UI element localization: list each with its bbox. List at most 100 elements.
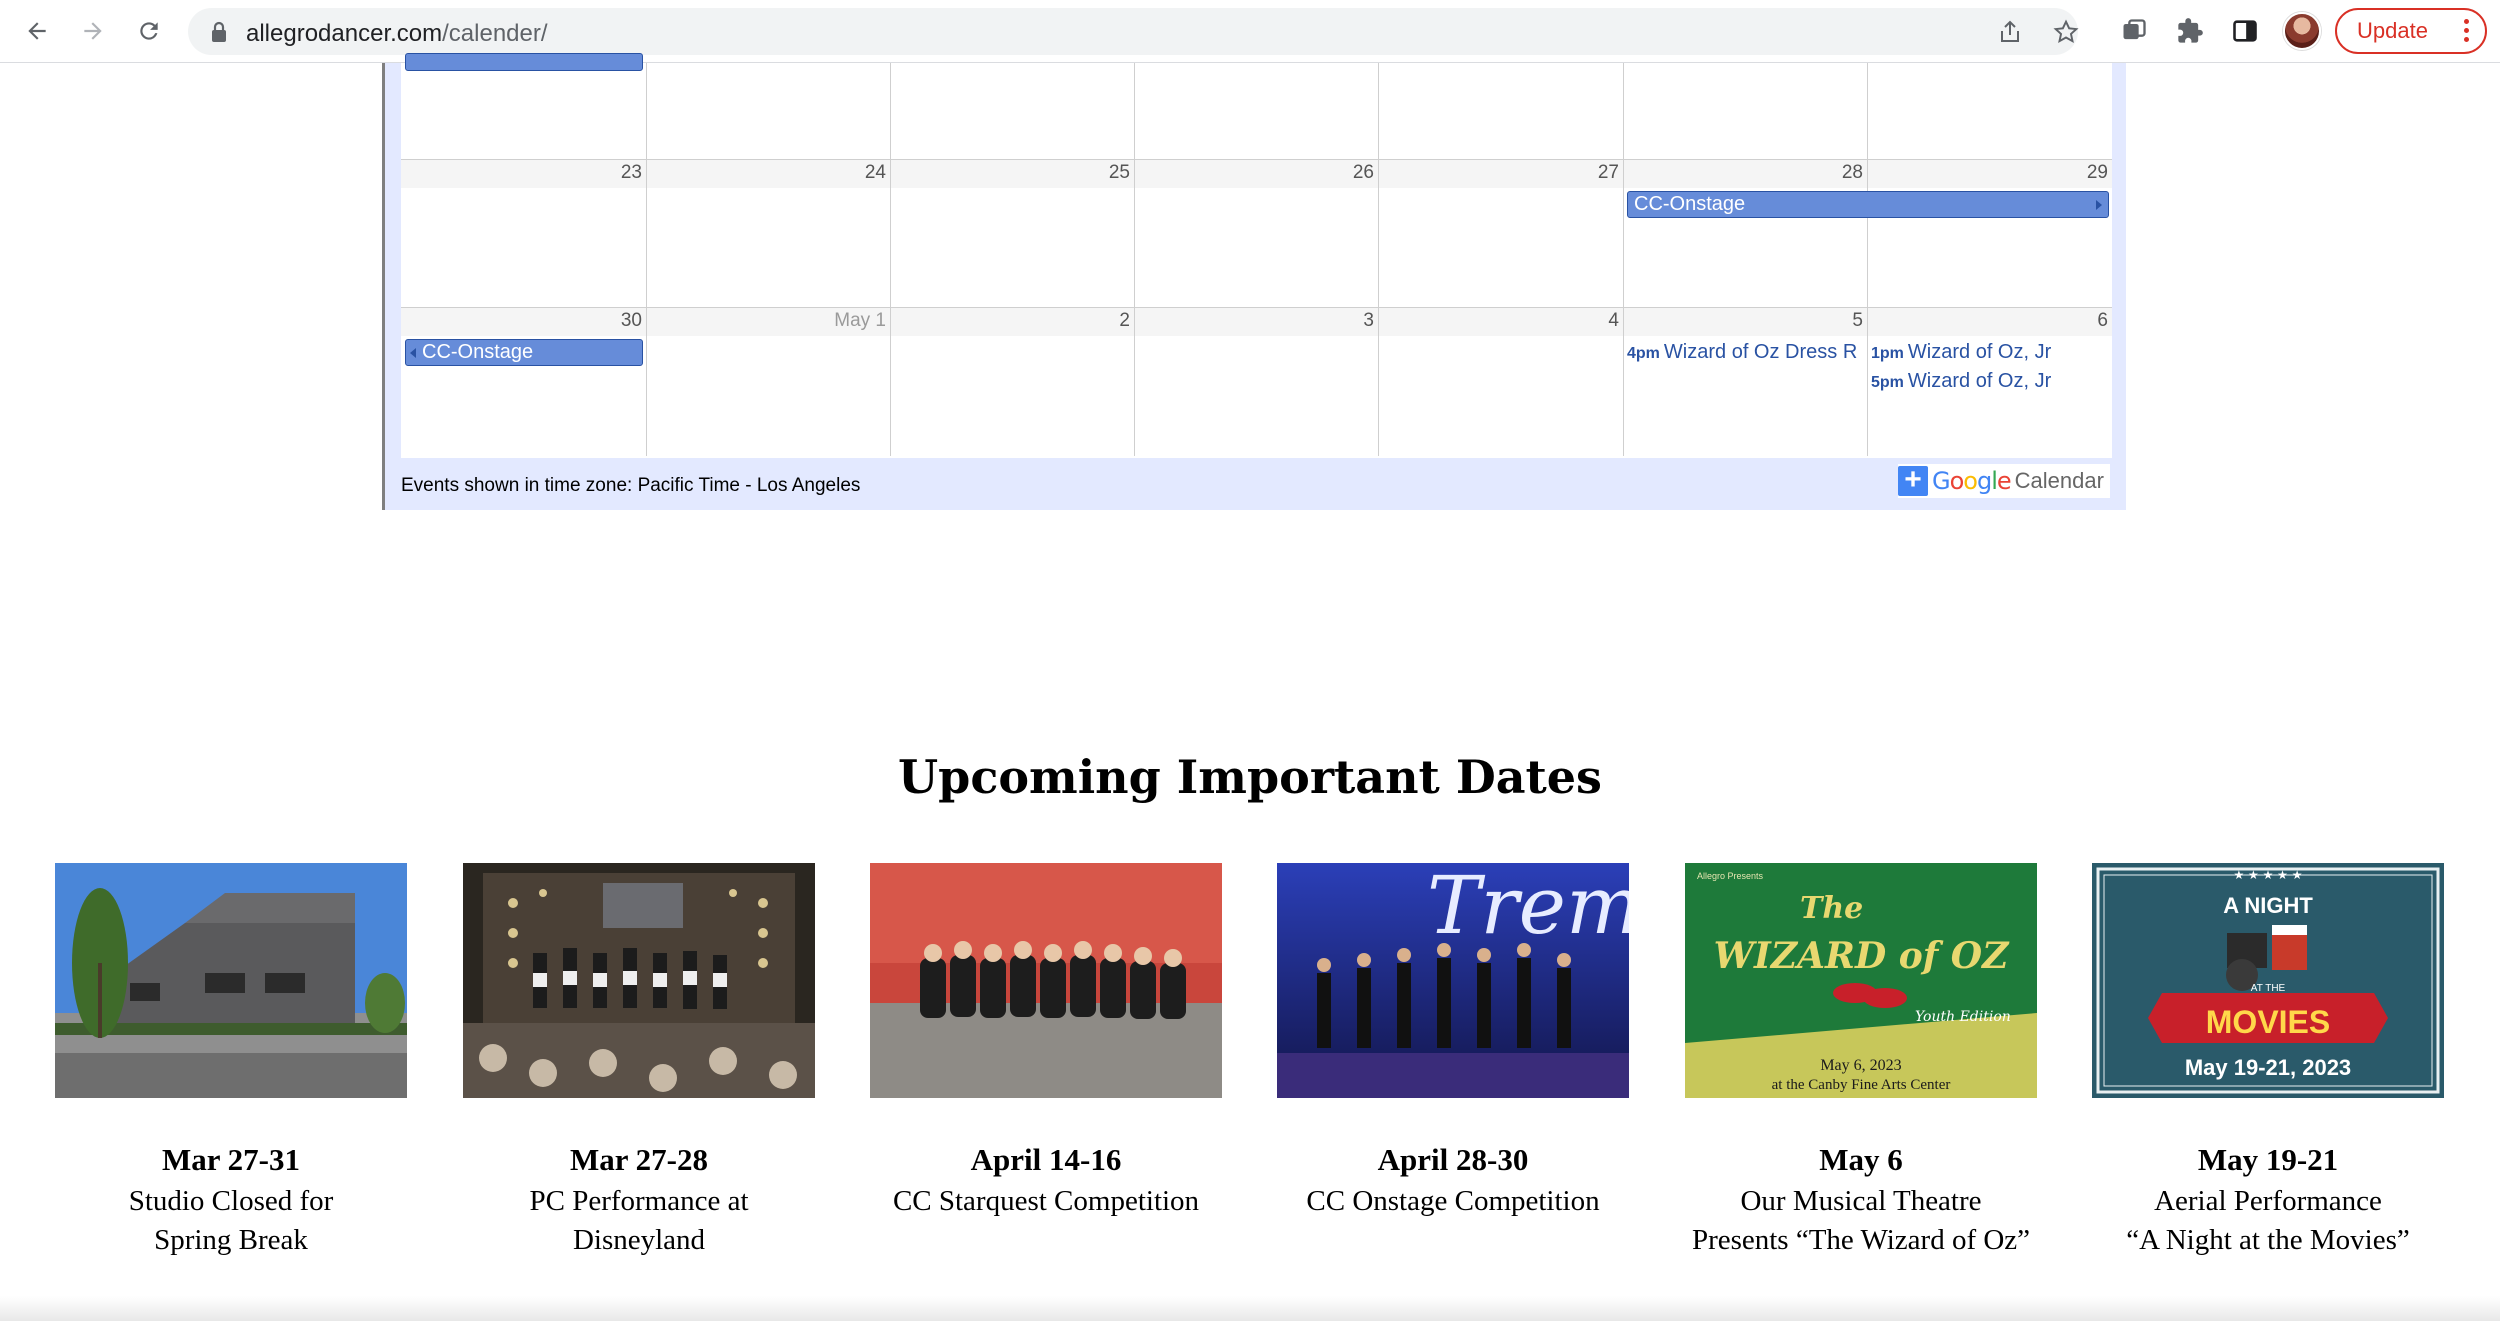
dancers-on-stage-photo[interactable]: Trema xyxy=(1277,863,1629,1098)
date-card: Mar 27-31 Studio Closed for Spring Break xyxy=(55,863,407,1260)
reload-button[interactable] xyxy=(128,10,170,52)
poster-dates: May 19-21, 2023 xyxy=(2185,1055,2351,1080)
calendar-event-cc-onstage[interactable]: CC-Onstage xyxy=(1627,191,2109,218)
calendar-event-wizard-5pm[interactable]: 5pm Wizard of Oz, Jr xyxy=(1871,370,2109,393)
team-group-photo[interactable] xyxy=(870,863,1222,1098)
poster-title: WIZARD of OZ xyxy=(1714,935,2011,977)
calendar-event-bar-cut[interactable] xyxy=(405,53,643,71)
day-number: 5 xyxy=(1852,310,1863,331)
poster-venue: at the Canby Fine Arts Center xyxy=(1772,1077,1951,1093)
date-card: ★ ★ ★ ★ ★ A NIGHT AT THE MOVIES May 19-2… xyxy=(2092,863,2444,1260)
event-time: 4pm xyxy=(1627,345,1660,362)
calendar-day-cell[interactable]: 29 xyxy=(1867,160,2112,307)
calendar-day-cell[interactable]: 23 xyxy=(401,160,646,307)
page-bottom-shadow xyxy=(0,1296,2500,1321)
poster-presenter: Allegro Presents xyxy=(1697,871,1764,881)
day-number: 23 xyxy=(620,162,642,183)
calendar-day-cell[interactable] xyxy=(646,63,890,159)
day-number: 28 xyxy=(1841,162,1863,183)
calendar-day-cell[interactable]: 3 xyxy=(1134,308,1378,456)
day-number: 25 xyxy=(1108,162,1130,183)
calendar-day-cell[interactable] xyxy=(1623,63,1867,159)
calendar-day-cell[interactable] xyxy=(1867,63,2112,159)
share-icon[interactable] xyxy=(1994,16,2026,48)
calendar-day-cell[interactable]: 30 xyxy=(401,308,646,456)
calendar-day-cell[interactable] xyxy=(890,63,1134,159)
calendar-day-cell[interactable]: 27 xyxy=(1378,160,1623,307)
card-date: May 19-21 xyxy=(2197,1142,2339,1177)
calendar-day-cell[interactable]: 2 xyxy=(890,308,1134,456)
calendar-day-cell[interactable]: 25 xyxy=(890,160,1134,307)
card-description: Our Musical Theatre Presents “The Wizard … xyxy=(1691,1185,2031,1256)
night-at-movies-poster[interactable]: ★ ★ ★ ★ ★ A NIGHT AT THE MOVIES May 19-2… xyxy=(2092,863,2444,1098)
extensions-puzzle-icon[interactable] xyxy=(2173,14,2207,48)
day-number: 6 xyxy=(2097,310,2108,331)
studio-building-photo[interactable] xyxy=(55,863,407,1098)
day-number: 2 xyxy=(1119,310,1130,331)
arrow-right-icon xyxy=(84,22,102,40)
poster-edition: Youth Edition xyxy=(1915,1009,2011,1025)
calendar-day-cell[interactable]: 5 xyxy=(1623,308,1867,456)
forward-button[interactable] xyxy=(72,10,114,52)
side-panel-icon[interactable] xyxy=(2228,14,2262,48)
event-title: Wizard of Oz, Jr xyxy=(1907,341,2052,363)
date-card: April 14-16 CC Starquest Competition xyxy=(870,863,1222,1221)
google-calendar-add-button[interactable]: + Google Calendar xyxy=(1898,464,2110,498)
poster-date: May 6, 2023 xyxy=(1820,1057,1901,1074)
calendar-day-cell[interactable] xyxy=(1134,63,1378,159)
event-title: CC-Onstage xyxy=(422,341,534,363)
card-description: Aerial Performance “A Night at the Movies… xyxy=(2126,1185,2410,1256)
event-title: Wizard of Oz Dress R xyxy=(1663,341,1858,363)
day-number: 24 xyxy=(864,162,886,183)
continues-left-icon xyxy=(410,348,416,358)
calendar-event-wizard-1pm[interactable]: 1pm Wizard of Oz, Jr xyxy=(1871,341,2109,364)
day-number: 26 xyxy=(1352,162,1374,183)
calendar-week-1 xyxy=(401,53,2112,159)
event-title: Wizard of Oz, Jr xyxy=(1907,370,2052,392)
calendar-day-cell[interactable]: 4 xyxy=(1378,308,1623,456)
timezone-note: Events shown in time zone: Pacific Time … xyxy=(401,475,861,496)
calendar-day-cell[interactable]: 28 xyxy=(1623,160,1867,307)
date-card: Allegro Presents The WIZARD of OZ Youth … xyxy=(1685,863,2037,1260)
wizard-of-oz-poster[interactable]: Allegro Presents The WIZARD of OZ Youth … xyxy=(1685,863,2037,1098)
card-description: Studio Closed for Spring Break xyxy=(128,1185,334,1256)
date-card: Trema April 28-30 CC Onstage Competition xyxy=(1277,863,1629,1221)
update-button[interactable]: Update xyxy=(2335,8,2487,54)
event-title: CC-Onstage xyxy=(1634,193,1746,215)
plus-icon: + xyxy=(1898,465,1928,496)
calendar-day-cell[interactable]: 26 xyxy=(1134,160,1378,307)
card-description: CC Onstage Competition xyxy=(1306,1185,1600,1217)
poster-top-text: A NIGHT xyxy=(2223,893,2313,918)
bookmark-star-icon[interactable] xyxy=(2050,16,2082,48)
day-number: 30 xyxy=(620,310,642,331)
browser-toolbar: allegrodancer.com/calender/ Update xyxy=(0,0,2500,63)
back-button[interactable] xyxy=(16,10,58,52)
calendar-event-cc-onstage[interactable]: CC-Onstage xyxy=(405,339,643,366)
calendar-day-cell[interactable] xyxy=(401,63,646,159)
card-description: PC Performance at Disneyland xyxy=(529,1185,749,1256)
continues-right-icon xyxy=(2096,200,2102,210)
event-time: 1pm xyxy=(1871,345,1904,362)
arrow-left-icon xyxy=(28,22,46,40)
url-text[interactable]: allegrodancer.com/calender/ xyxy=(246,20,548,48)
calendar-event-wizard-dress[interactable]: 4pm Wizard of Oz Dress R xyxy=(1627,341,1865,364)
calendar-grid: 23 24 25 26 27 28 29 CC-Onstage 30 May 1… xyxy=(401,53,2112,458)
date-card: Mar 27-28 PC Performance at Disneyland xyxy=(463,863,815,1260)
day-number: 3 xyxy=(1363,310,1374,331)
poster-at-text: AT THE xyxy=(2251,983,2286,994)
address-bar[interactable]: allegrodancer.com/calender/ xyxy=(188,8,2079,55)
calendar-week-2: 23 24 25 26 27 28 29 CC-Onstage xyxy=(401,159,2112,307)
calendar-word: Calendar xyxy=(2014,468,2104,493)
tab-search-icon[interactable] xyxy=(2117,14,2151,48)
profile-avatar[interactable] xyxy=(2283,12,2321,50)
day-number: May 1 xyxy=(834,310,886,331)
more-menu-icon[interactable] xyxy=(2464,19,2469,42)
day-number: 27 xyxy=(1597,162,1619,183)
calendar-day-cell[interactable]: May 1 xyxy=(646,308,890,456)
calendar-day-cell[interactable] xyxy=(1378,63,1623,159)
update-label: Update xyxy=(2357,18,2428,43)
calendar-day-cell[interactable]: 24 xyxy=(646,160,890,307)
disneyland-stage-photo[interactable] xyxy=(463,863,815,1098)
poster-title: MOVIES xyxy=(2206,1004,2330,1040)
lock-icon[interactable] xyxy=(210,21,228,43)
